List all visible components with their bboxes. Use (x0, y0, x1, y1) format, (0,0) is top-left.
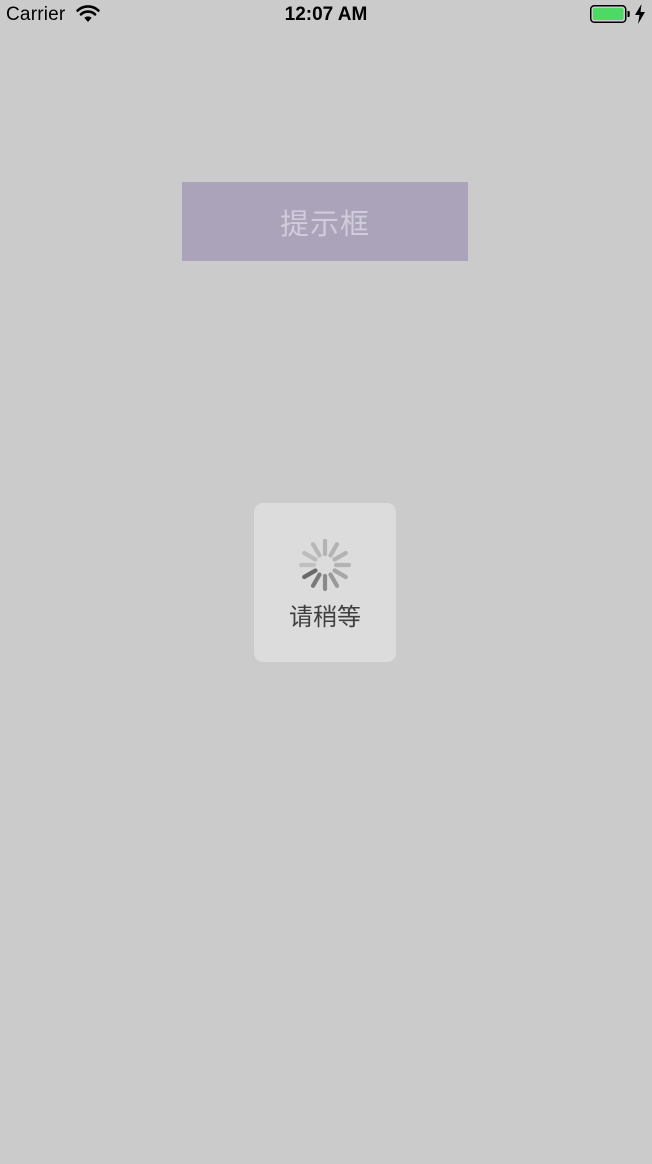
status-bar: Carrier 12:07 AM (0, 0, 652, 30)
prompt-button-label: 提示框 (279, 206, 370, 241)
app-screen: Carrier 12:07 AM 提示框 请稍等 (0, 0, 652, 1164)
prompt-dialog-button[interactable]: 提示框 (182, 182, 468, 261)
charging-bolt-icon (635, 4, 645, 24)
status-time: 12:07 AM (284, 4, 368, 25)
activity-indicator-icon (298, 538, 352, 592)
battery-icon (590, 5, 630, 23)
loading-hud: 请稍等 (254, 503, 396, 662)
loading-label: 请稍等 (289, 603, 361, 631)
